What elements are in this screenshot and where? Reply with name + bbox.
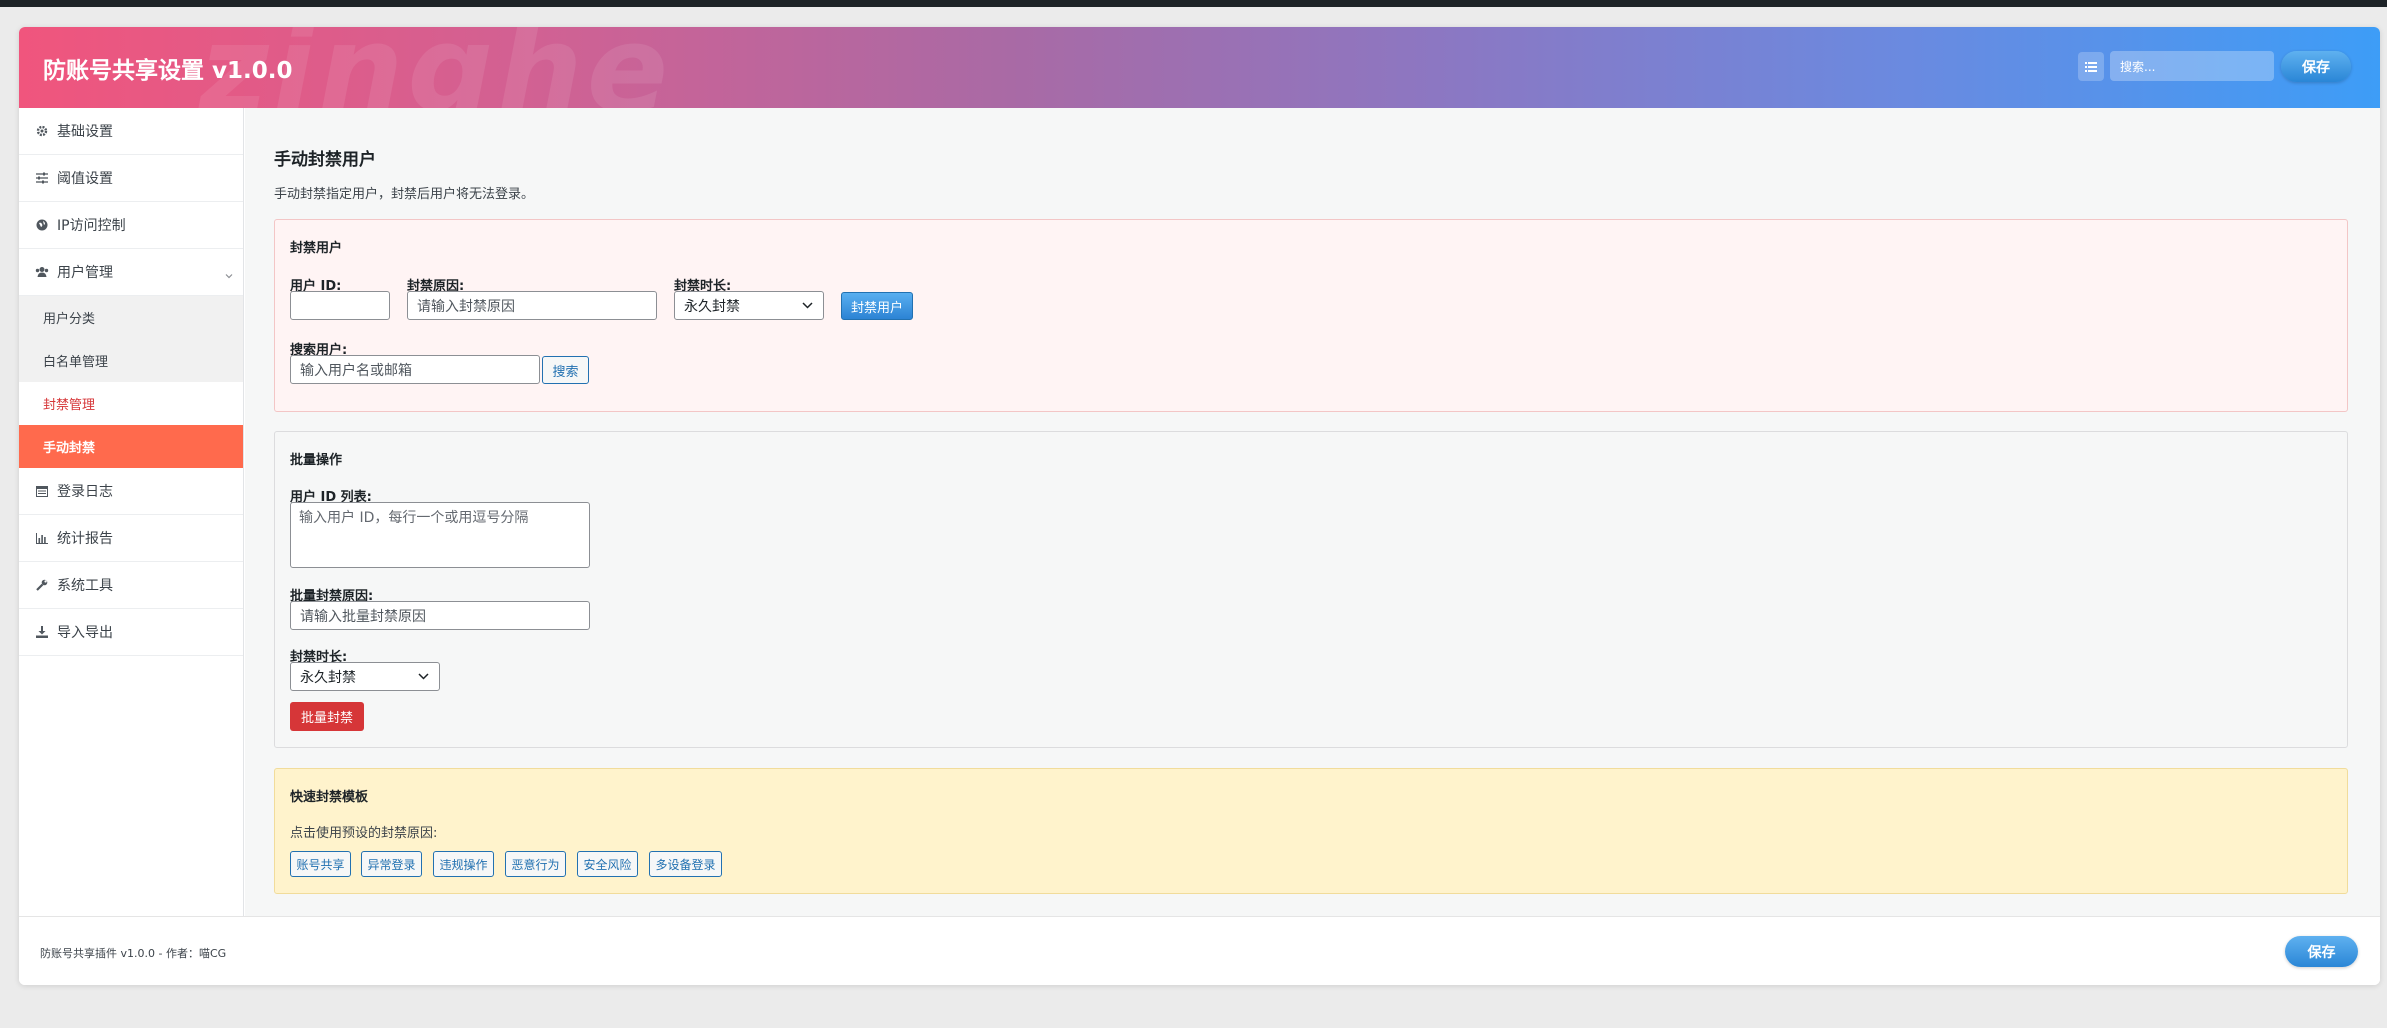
gear-icon <box>35 124 49 138</box>
sidebar-item-threshold-settings[interactable]: 阈值设置 <box>19 155 243 202</box>
search-user-button[interactable]: 搜索 <box>542 356 589 384</box>
template-tag-account-sharing[interactable]: 账号共享 <box>290 851 351 877</box>
sidebar-item-basic-settings[interactable]: 基础设置 <box>19 108 243 155</box>
sidebar-subitem-ban-management[interactable]: 封禁管理 <box>19 382 243 425</box>
footer: 防账号共享插件 v1.0.0 - 作者：喵CG 保存 <box>19 916 2380 985</box>
sidebar-subitem-user-categories[interactable]: 用户分类 <box>19 296 243 339</box>
sidebar-item-label: 阈值设置 <box>57 171 113 187</box>
chevron-down-icon <box>802 302 813 309</box>
save-button-bottom[interactable]: 保存 <box>2285 936 2358 967</box>
sidebar-item-label: 导入导出 <box>57 625 113 641</box>
page-title: 防账号共享设置 v1.0.0 <box>43 58 293 84</box>
sidebar-item-system-tools[interactable]: 系统工具 <box>19 562 243 609</box>
sidebar-item-label: 统计报告 <box>57 531 113 547</box>
section-description: 手动封禁指定用户，封禁后用户将无法登录。 <box>274 187 535 202</box>
sidebar-item-user-management[interactable]: 用户管理 <box>19 249 243 296</box>
ban-box-title: 封禁用户 <box>290 241 343 256</box>
list-icon <box>2085 61 2097 72</box>
batch-duration-select[interactable]: 永久封禁 <box>290 662 440 691</box>
ban-user-button[interactable]: 封禁用户 <box>841 292 913 320</box>
settings-panel: zinghe 防账号共享设置 v1.0.0 搜索... 保存 基础设置 阈值设置 <box>19 27 2380 985</box>
batch-reason-input[interactable]: 请输入批量封禁原因 <box>290 601 590 630</box>
header: zinghe 防账号共享设置 v1.0.0 搜索... 保存 <box>19 27 2380 108</box>
sidebar-item-login-logs[interactable]: 登录日志 <box>19 468 243 515</box>
download-icon <box>35 625 49 639</box>
main-content: 手动封禁用户 手动封禁指定用户，封禁后用户将无法登录。 封禁用户 用户 ID: … <box>245 108 2380 916</box>
sidebar-item-label: 登录日志 <box>57 484 113 500</box>
sidebar-item-label: 系统工具 <box>57 578 113 594</box>
quick-ban-template-box: 快速封禁模板 点击使用预设的封禁原因: 账号共享 异常登录 违规操作 恶意行为 … <box>274 768 2348 894</box>
sidebar-item-label: 用户管理 <box>57 265 113 281</box>
sidebar-item-statistics[interactable]: 统计报告 <box>19 515 243 562</box>
header-search-input[interactable]: 搜索... <box>2110 51 2274 81</box>
template-tag-malicious[interactable]: 恶意行为 <box>505 851 566 877</box>
sidebar-item-import-export[interactable]: 导入导出 <box>19 609 243 656</box>
user-id-input[interactable] <box>290 291 390 320</box>
template-tag-abnormal-login[interactable]: 异常登录 <box>361 851 422 877</box>
template-tag-violation[interactable]: 违规操作 <box>433 851 494 877</box>
ban-duration-select[interactable]: 永久封禁 <box>674 291 824 320</box>
template-tag-security-risk[interactable]: 安全风险 <box>577 851 638 877</box>
save-button-top[interactable]: 保存 <box>2281 51 2351 82</box>
sliders-icon <box>35 171 49 185</box>
users-icon <box>35 265 49 279</box>
batch-ban-button[interactable]: 批量封禁 <box>290 702 364 731</box>
template-hint: 点击使用预设的封禁原因: <box>290 826 438 841</box>
window-top-bar <box>0 0 2387 7</box>
batch-box-title: 批量操作 <box>290 453 343 468</box>
sidebar-subitem-whitelist[interactable]: 白名单管理 <box>19 339 243 382</box>
chevron-down-icon <box>225 267 233 283</box>
template-tag-multi-device[interactable]: 多设备登录 <box>649 851 722 877</box>
sidebar: 基础设置 阈值设置 IP访问控制 用户管理 用户分类 白名单管理 封禁管理 手动… <box>19 108 244 916</box>
wrench-icon <box>35 578 49 592</box>
batch-operation-box: 批量操作 用户 ID 列表: 输入用户 ID，每行一个或用逗号分隔 批量封禁原因… <box>274 431 2348 748</box>
globe-icon <box>35 218 49 232</box>
chevron-down-icon <box>418 673 429 680</box>
batch-duration-value: 永久封禁 <box>300 669 356 686</box>
list-toggle-button[interactable] <box>2078 52 2104 81</box>
section-title: 手动封禁用户 <box>274 150 376 170</box>
sidebar-item-label: IP访问控制 <box>57 218 126 234</box>
search-user-input[interactable]: 输入用户名或邮箱 <box>290 355 540 384</box>
ban-duration-value: 永久封禁 <box>684 298 740 315</box>
ban-user-box: 封禁用户 用户 ID: 封禁原因: 请输入封禁原因 封禁时长: 永久封禁 封禁用… <box>274 219 2348 412</box>
log-icon <box>35 484 49 498</box>
ban-reason-input[interactable]: 请输入封禁原因 <box>407 291 657 320</box>
sidebar-item-ip-access[interactable]: IP访问控制 <box>19 202 243 249</box>
footer-text: 防账号共享插件 v1.0.0 - 作者：喵CG <box>40 947 227 960</box>
sidebar-item-label: 基础设置 <box>57 124 113 140</box>
chart-icon <box>35 531 49 545</box>
user-id-list-textarea[interactable]: 输入用户 ID，每行一个或用逗号分隔 <box>290 502 590 568</box>
template-box-title: 快速封禁模板 <box>290 790 369 805</box>
sidebar-subitem-manual-ban[interactable]: 手动封禁 <box>19 425 243 468</box>
